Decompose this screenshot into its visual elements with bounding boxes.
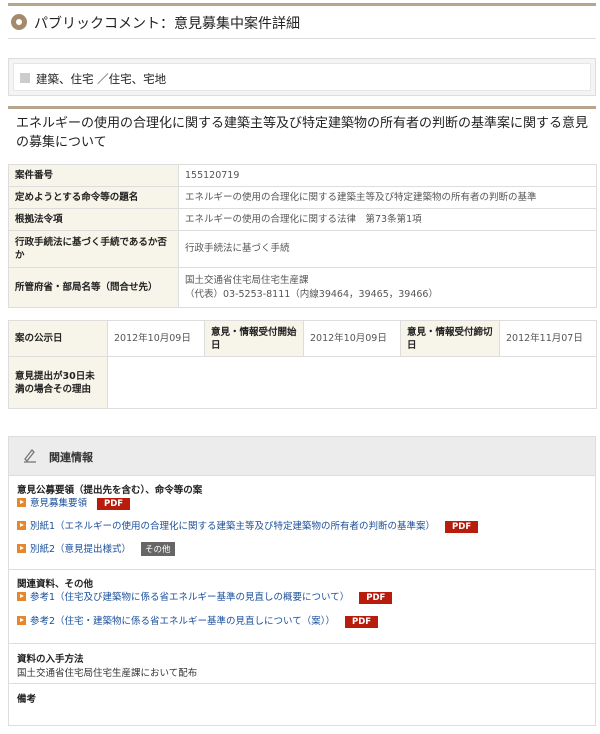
page-title: パブリックコメント：意見募集中案件詳細 [34, 16, 300, 32]
contact-value: 国土交通省住宅局住宅生産課 （代表）03-5253-8111（内線39464，3… [178, 267, 597, 308]
list-item: 参考2（住宅・建築物に係る省エネルギー基準の見直しについて（案）） PDF [17, 613, 379, 628]
obtain-section: 資料の入手方法 国土交通省住宅局住宅生産課において配布 [9, 643, 595, 684]
contact-department: 国土交通省住宅局住宅生産課 [185, 274, 309, 286]
case-title: エネルギーの使用の合理化に関する建築主等及び特定建築物の所有者の判断の基準案に関… [16, 116, 589, 150]
other-badge: その他 [141, 542, 175, 556]
list-item: 別紙1（エネルギーの使用の合理化に関する建築主等及び特定建築物の所有者の判断の基… [17, 518, 479, 533]
reference-section: 関連資料、その他 参考1（住宅及び建築物に係る省エネルギー基準の見直しの概要につ… [9, 569, 595, 644]
list-item: 意見募集要領 PDF [17, 495, 131, 510]
case-info-table: 案件番号 155120719 定めようとする命令等の題名 エネルギーの使用の合理… [8, 164, 597, 308]
list-item: 参考1（住宅及び建築物に係る省エネルギー基準の見直しの概要について） PDF [17, 589, 393, 604]
pencil-icon [24, 449, 36, 463]
document-link[interactable]: 別紙2（意見提出様式） [30, 544, 131, 555]
page-header: パブリックコメント：意見募集中案件詳細 [8, 3, 596, 39]
arrow-bullet-icon [17, 592, 26, 601]
arrow-bullet-icon [17, 544, 26, 553]
reference-section-title: 関連資料、その他 [17, 579, 94, 590]
obtain-title: 資料の入手方法 [17, 654, 84, 665]
document-link[interactable]: 意見募集要領 [30, 498, 87, 509]
list-item: 別紙2（意見提出様式） その他 [17, 541, 175, 556]
category-box: 建築、住宅 ／住宅、宅地 [8, 58, 596, 96]
arrow-bullet-icon [17, 498, 26, 507]
related-info-panel: 関連情報 意見公募要領（提出先を含む）、命令等の案 意見募集要領 PDF 別紙1（… [8, 436, 596, 726]
start-date-label: 意見・情報受付開始日 [204, 320, 304, 357]
related-info-title: 関連情報 [49, 451, 93, 464]
case-title-block: エネルギーの使用の合理化に関する建築主等及び特定建築物の所有者の判断の基準案に関… [8, 106, 596, 154]
documents-section-title: 意見公募要領（提出先を含む）、命令等の案 [17, 485, 203, 496]
pdf-badge: PDF [445, 521, 479, 533]
legal-basis-label: 根拠法令項 [8, 208, 179, 231]
table-row: 定めようとする命令等の題名 エネルギーの使用の合理化に関する建築主等及び特定建築… [8, 186, 597, 209]
end-date-value: 2012年11月07日 [499, 320, 597, 357]
ordinance-title-label: 定めようとする命令等の題名 [8, 186, 179, 209]
reference-link[interactable]: 参考2（住宅・建築物に係る省エネルギー基準の見直しについて（案）） [30, 616, 335, 627]
table-row: 案件番号 155120719 [8, 164, 597, 187]
pdf-badge: PDF [345, 616, 379, 628]
table-row: 案の公示日 2012年10月09日 意見・情報受付開始日 2012年10月09日… [8, 320, 597, 357]
table-row: 行政手続法に基づく手続であるか否か 行政手続法に基づく手続 [8, 230, 597, 268]
category-label: 建築、住宅 ／住宅、宅地 [36, 72, 167, 86]
procedure-value: 行政手続法に基づく手続 [178, 230, 597, 268]
publish-date-value: 2012年10月09日 [107, 320, 205, 357]
arrow-bullet-icon [17, 616, 26, 625]
publish-date-label: 案の公示日 [8, 320, 108, 357]
table-row: 所管府省・部局名等（問合せ先） 国土交通省住宅局住宅生産課 （代表）03-525… [8, 267, 597, 308]
case-number-value: 155120719 [178, 164, 597, 187]
remarks-section: 備考 [9, 683, 595, 725]
table-row: 根拠法令項 エネルギーの使用の合理化に関する法律 第73条第1項 [8, 208, 597, 231]
short-period-reason-value [107, 356, 597, 409]
end-date-label: 意見・情報受付締切日 [400, 320, 500, 357]
document-link[interactable]: 別紙1（エネルギーの使用の合理化に関する建築主等及び特定建築物の所有者の判断の基… [30, 521, 435, 532]
square-bullet-icon [20, 73, 30, 83]
procedure-label: 行政手続法に基づく手続であるか否か [8, 230, 179, 268]
ordinance-title-value: エネルギーの使用の合理化に関する建築主等及び特定建築物の所有者の判断の基準 [178, 186, 597, 209]
arrow-bullet-icon [17, 521, 26, 530]
documents-section: 意見公募要領（提出先を含む）、命令等の案 意見募集要領 PDF 別紙1（エネルギー… [9, 475, 595, 570]
case-number-label: 案件番号 [8, 164, 179, 187]
pdf-badge: PDF [97, 498, 131, 510]
short-period-reason-label: 意見提出が30日未満の場合その理由 [8, 356, 108, 409]
contact-label: 所管府省・部局名等（問合せ先） [8, 267, 179, 308]
start-date-value: 2012年10月09日 [303, 320, 401, 357]
circle-bullet-icon [11, 14, 27, 30]
remarks-title: 備考 [17, 694, 37, 705]
table-row: 意見提出が30日未満の場合その理由 [8, 356, 597, 409]
legal-basis-value: エネルギーの使用の合理化に関する法律 第73条第1項 [178, 208, 597, 231]
date-table: 案の公示日 2012年10月09日 意見・情報受付開始日 2012年10月09日… [8, 320, 597, 409]
obtain-text: 国土交通省住宅局住宅生産課において配布 [17, 668, 198, 679]
pdf-badge: PDF [359, 592, 393, 604]
reference-link[interactable]: 参考1（住宅及び建築物に係る省エネルギー基準の見直しの概要について） [30, 592, 349, 603]
contact-phone: （代表）03-5253-8111（内線39464，39465，39466） [185, 288, 438, 300]
page: パブリックコメント：意見募集中案件詳細 建築、住宅 ／住宅、宅地 エネルギーの使… [0, 0, 600, 734]
related-info-header: 関連情報 [9, 437, 595, 476]
